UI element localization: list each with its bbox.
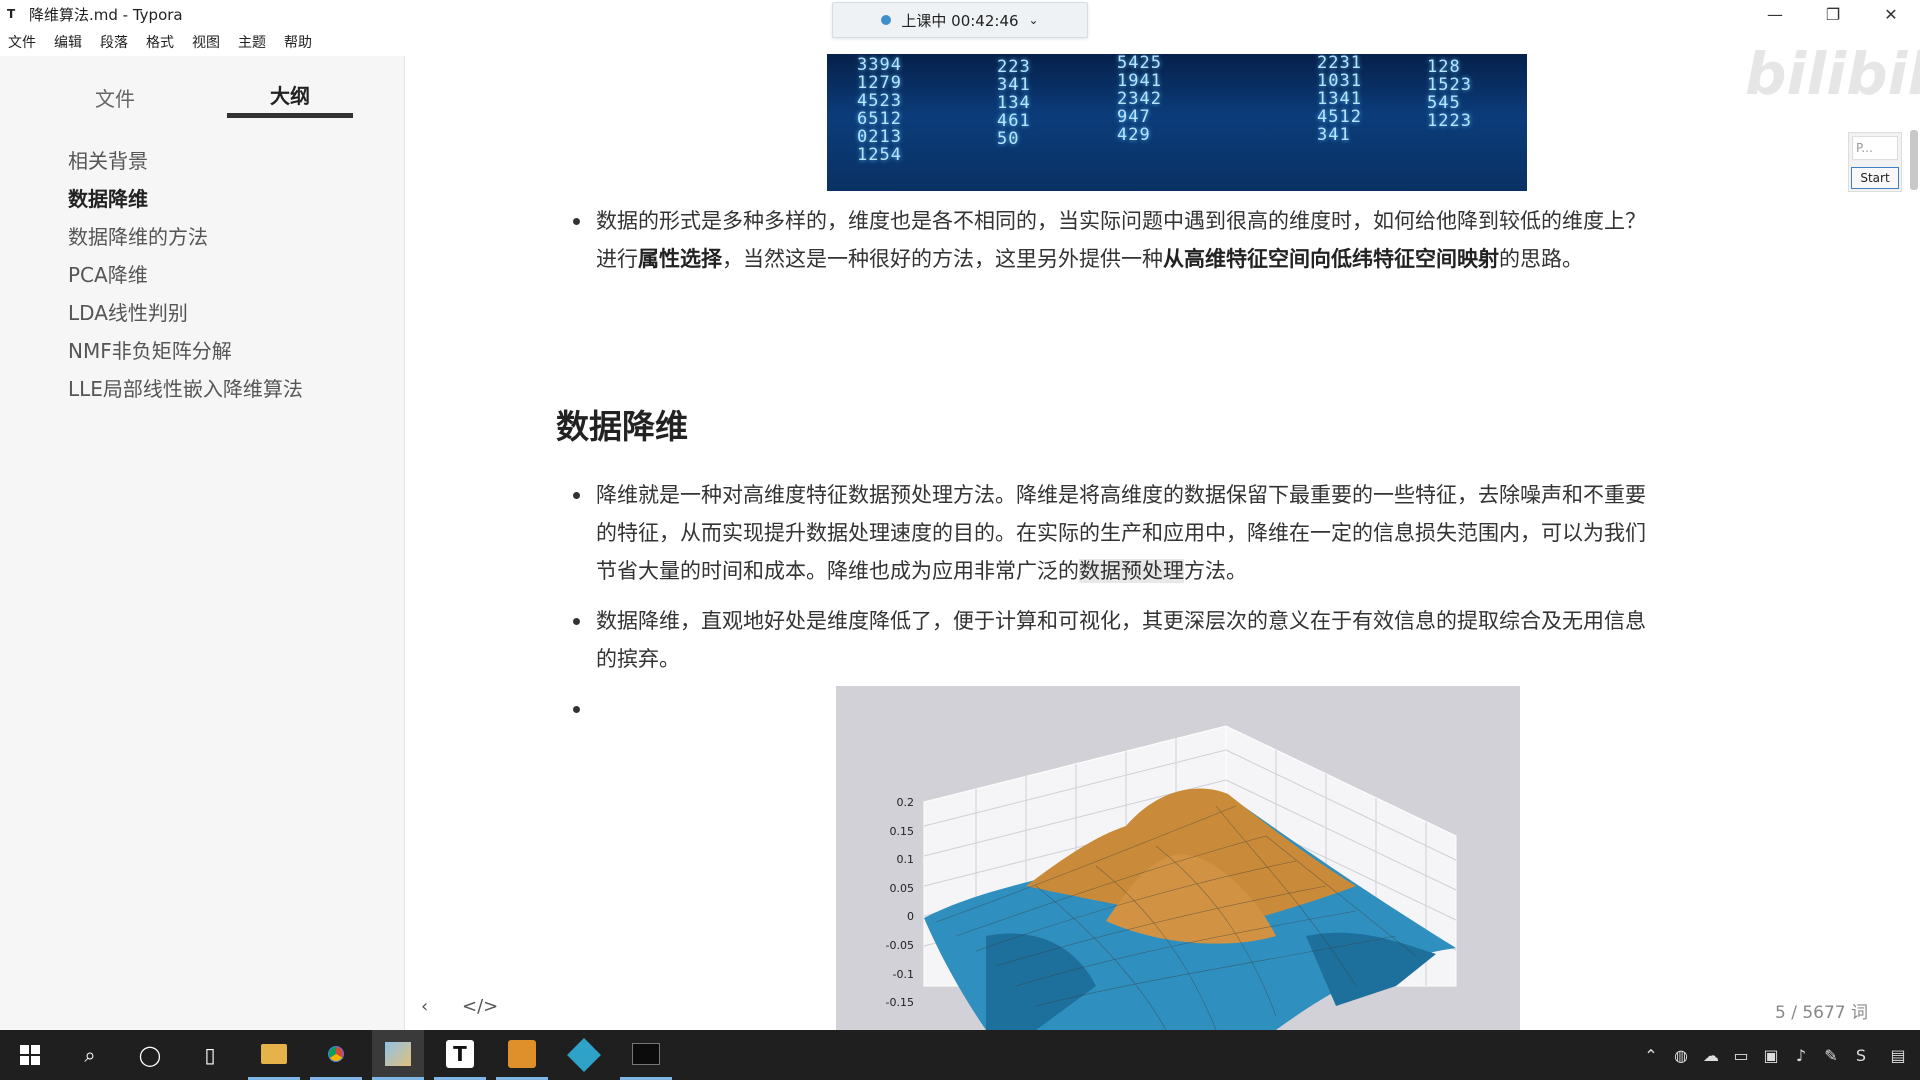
chrome-icon[interactable] <box>310 1030 362 1080</box>
outline-item[interactable]: LLE局部线性嵌入降维算法 <box>68 370 303 408</box>
network-icon[interactable]: ▣ <box>1756 1046 1786 1065</box>
menu-help[interactable]: 帮助 <box>284 32 312 52</box>
volume-icon[interactable]: ♪ <box>1786 1046 1816 1065</box>
sidebar-tabs: 文件 大纲 <box>0 76 405 136</box>
outline-item[interactable]: NMF非负矩阵分解 <box>68 332 303 370</box>
sidebar-toggle-icon[interactable]: ‹ <box>421 996 428 1017</box>
outline-list: 相关背景 数据降维 数据降维的方法 PCA降维 LDA线性判别 NMF非负矩阵分… <box>68 142 303 408</box>
section-heading: 数据降维 <box>556 407 688 446</box>
vm-app-icon[interactable] <box>558 1030 610 1080</box>
class-status-label: 上课中 00:42:46 <box>901 11 1019 30</box>
terminal-icon[interactable] <box>620 1030 672 1080</box>
menu-edit[interactable]: 编辑 <box>54 32 82 52</box>
tab-files[interactable]: 文件 <box>52 76 178 118</box>
intro-block: 数据的形式是多种多样的，维度也是各不相同的，当实际问题中遇到很高的维度时，如何给… <box>556 202 1666 278</box>
bullet-item: 数据降维，直观地好处是维度降低了，便于计算和可视化，其更深层次的意义在于有效信息… <box>556 602 1666 678</box>
digit-column: 3394 1279 4523 6512 0213 1254 <box>857 55 902 165</box>
file-explorer-icon[interactable] <box>248 1030 300 1080</box>
outline-item[interactable]: 数据降维的方法 <box>68 218 303 256</box>
source-code-mode-icon[interactable]: </> <box>462 996 498 1017</box>
system-tray: ⌃ ◍ ☁ ▭ ▣ ♪ ✎ S ▤ <box>1636 1030 1920 1080</box>
taskbar: ⌕ ◯ ▯ T ⌃ ◍ ☁ ▭ ▣ ♪ ✎ S ▤ <box>0 1030 1920 1080</box>
minimize-button[interactable]: — <box>1746 0 1804 28</box>
menu-file[interactable]: 文件 <box>8 32 36 52</box>
editor-area[interactable]: 3394 1279 4523 6512 0213 1254 223 341 13… <box>406 54 1920 1030</box>
live-dot-icon <box>881 15 892 25</box>
intro-bullet: 数据的形式是多种多样的，维度也是各不相同的，当实际问题中遇到很高的维度时，如何给… <box>556 202 1666 278</box>
windows-start-icon[interactable] <box>4 1030 56 1080</box>
chevron-down-icon: ⌄ <box>1028 13 1039 27</box>
tab-outline[interactable]: 大纲 <box>227 76 353 118</box>
menu-paragraph[interactable]: 段落 <box>100 32 128 52</box>
menu-theme[interactable]: 主题 <box>238 32 266 52</box>
z-tick-label: 0.1 <box>897 853 915 866</box>
notification-icon[interactable]: ▤ <box>1876 1046 1920 1065</box>
window-title: 降维算法.md - Typora <box>29 5 183 24</box>
tray-up-arrow-icon[interactable]: ⌃ <box>1636 1046 1666 1065</box>
menu-format[interactable]: 格式 <box>146 32 174 52</box>
typora-app-icon: T <box>7 7 16 21</box>
z-tick-label: 0.2 <box>897 796 915 809</box>
onedrive-icon[interactable]: ☁ <box>1696 1046 1726 1065</box>
sidebar: 文件 大纲 相关背景 数据降维 数据降维的方法 PCA降维 LDA线性判别 NM… <box>0 56 405 1030</box>
class-status-pill[interactable]: 上课中 00:42:46 ⌄ <box>832 2 1088 38</box>
close-button[interactable]: ✕ <box>1862 0 1920 28</box>
paint-app-icon[interactable] <box>372 1030 424 1080</box>
restore-button[interactable]: ❐ <box>1804 0 1862 28</box>
digit-column: 5425 1941 2342 947 429 <box>1117 54 1162 145</box>
section-bullets: 降维就是一种对高维度特征数据预处理方法。降维是将高维度的数据保留下最重要的一些特… <box>556 476 1666 713</box>
recording-widget: P... Start <box>1848 132 1902 192</box>
typora-window: T 降维算法.md - Typora — ❐ ✕ 文件 编辑 段落 格式 视图 … <box>0 0 1920 1080</box>
tray-app-icon[interactable]: ◍ <box>1666 1046 1696 1065</box>
menu-view[interactable]: 视图 <box>192 32 220 52</box>
scrollbar-thumb[interactable] <box>1910 130 1918 190</box>
window-controls: — ❐ ✕ <box>1746 0 1920 28</box>
outline-item[interactable]: 相关背景 <box>68 142 303 180</box>
pen-icon[interactable]: ✎ <box>1816 1046 1846 1065</box>
menu-bar: 文件 编辑 段落 格式 视图 主题 帮助 <box>0 30 330 54</box>
cortana-icon[interactable]: ◯ <box>124 1030 176 1080</box>
search-icon[interactable]: ⌕ <box>64 1030 116 1080</box>
digit-column: 128 1523 545 1223 <box>1427 57 1472 131</box>
task-view-icon[interactable]: ▯ <box>184 1030 236 1080</box>
surface-plot-svg: 0.2 0.15 0.1 0.05 0 -0.05 -0.1 -0.15 <box>886 725 1457 1030</box>
bullet-item: 降维就是一种对高维度特征数据预处理方法。降维是将高维度的数据保留下最重要的一些特… <box>556 476 1666 590</box>
editor-footer: ‹ </> 5 / 5677 词 <box>406 986 1920 1030</box>
outline-item[interactable]: LDA线性判别 <box>68 294 303 332</box>
z-tick-label: 0.05 <box>890 882 915 895</box>
word-count[interactable]: 5 / 5677 词 <box>1775 998 1868 1023</box>
outline-item[interactable]: PCA降维 <box>68 256 303 294</box>
z-tick-label: 0.15 <box>890 825 915 838</box>
surface-plot-image: 0.2 0.15 0.1 0.05 0 -0.05 -0.1 -0.15 <box>836 686 1520 1030</box>
z-tick-label: 0 <box>907 910 914 923</box>
start-button[interactable]: Start <box>1851 167 1899 189</box>
pycharm-icon[interactable] <box>496 1030 548 1080</box>
outline-item-current[interactable]: 数据降维 <box>68 180 303 218</box>
digit-column: 2231 1031 1341 4512 341 <box>1317 54 1362 145</box>
z-tick-label: -0.05 <box>886 939 914 952</box>
z-tick-label: -0.1 <box>893 968 914 981</box>
tray-device-icon[interactable]: ▭ <box>1726 1046 1756 1065</box>
digit-column: 223 341 134 461 50 <box>997 57 1031 149</box>
matrix-digits-image: 3394 1279 4523 6512 0213 1254 223 341 13… <box>827 54 1527 191</box>
widget-input[interactable]: P... <box>1852 136 1898 160</box>
typora-taskbar-icon[interactable]: T <box>434 1030 486 1080</box>
sogou-input-icon[interactable]: S <box>1846 1046 1876 1065</box>
bilibili-watermark: bilibili <box>1745 40 1920 108</box>
